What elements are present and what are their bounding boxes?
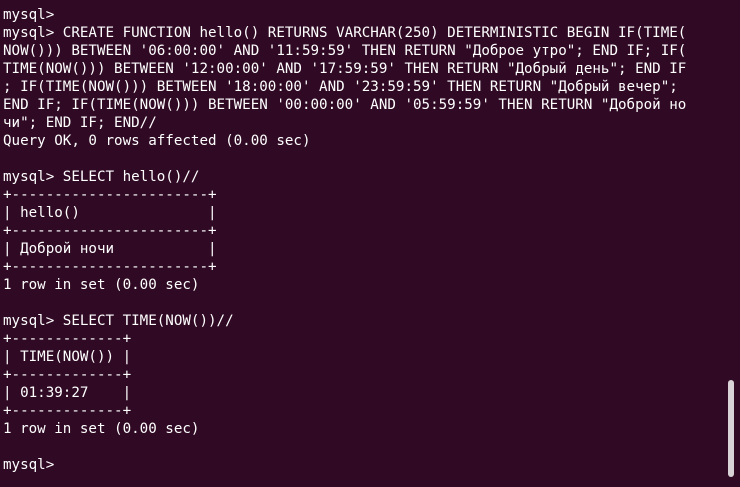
terminal-line-create-function-4: ; IF(TIME(NOW())) BETWEEN '18:00:00' AND… [3, 79, 678, 95]
terminal-line-create-function-2: NOW())) BETWEEN '06:00:00' AND '11:59:59… [3, 43, 687, 59]
result-table-border: +-------------+ [3, 403, 132, 419]
result-table-header: | hello() | [3, 205, 217, 221]
terminal-line-row-count: 1 row in set (0.00 sec) [3, 421, 200, 437]
result-table-border: +-----------------------+ [3, 259, 217, 275]
result-table-border: +-----------------------+ [3, 223, 217, 239]
terminal-line-create-function-1: mysql> CREATE FUNCTION hello() RETURNS V… [3, 25, 687, 41]
scrollbar-thumb[interactable] [728, 380, 734, 477]
terminal-line-query-ok: Query OK, 0 rows affected (0.00 sec) [3, 133, 311, 149]
terminal-line-create-function-6: чи"; END IF; END// [3, 115, 157, 131]
result-table-border: +-------------+ [3, 331, 132, 347]
terminal-line-current-prompt[interactable]: mysql> [3, 456, 727, 474]
terminal-line-row-count: 1 row in set (0.00 sec) [3, 277, 200, 293]
terminal-line-select-time: mysql> SELECT TIME(NOW())// [3, 313, 234, 329]
result-table-border: +-----------------------+ [3, 187, 217, 203]
terminal-line-select-hello: mysql> SELECT hello()// [3, 169, 200, 185]
terminal-line-create-function-3: TIME(NOW())) BETWEEN '12:00:00' AND '17:… [3, 61, 687, 77]
text-cursor [63, 456, 71, 471]
result-table-border: +-------------+ [3, 367, 132, 383]
terminal-line-prompt-empty: mysql> [3, 7, 55, 23]
terminal-window[interactable]: mysql> mysql> CREATE FUNCTION hello() RET… [0, 0, 740, 487]
terminal-line-create-function-5: END IF; IF(TIME(NOW())) BETWEEN '00:00:0… [3, 97, 687, 113]
terminal-output[interactable]: mysql> mysql> CREATE FUNCTION hello() RET… [3, 6, 727, 474]
vertical-scrollbar[interactable] [728, 0, 734, 487]
current-prompt-text: mysql> [3, 457, 63, 473]
result-table-row: | Доброй ночи | [3, 241, 217, 257]
result-table-row: | 01:39:27 | [3, 385, 132, 401]
result-table-header: | TIME(NOW()) | [3, 349, 132, 365]
